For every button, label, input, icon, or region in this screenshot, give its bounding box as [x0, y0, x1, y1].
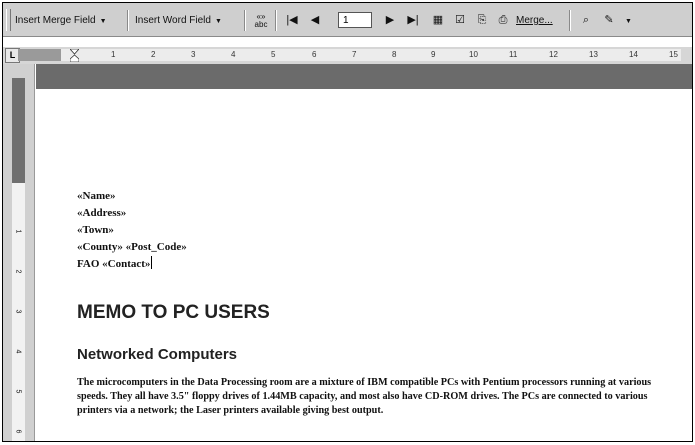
merge-field-contact-line[interactable]: FAO «Contact» — [77, 256, 187, 273]
merge-field-name[interactable]: «Name» — [77, 188, 187, 205]
ruler-tick: 13 — [589, 50, 598, 59]
body-paragraph[interactable]: The microcomputers in the Data Processin… — [77, 376, 677, 418]
merge-fields-block[interactable]: «Name» «Address» «Town» «County» «Post_C… — [77, 188, 187, 273]
ruler-tick: 15 — [669, 50, 678, 59]
mail-merge-toolbar: Insert Merge Field ▼ Insert Word Field ▼ «… — [3, 3, 692, 37]
vertical-ruler[interactable]: 1 2 3 4 5 6 — [3, 64, 35, 441]
vertical-ruler-tick: 6 — [14, 429, 22, 434]
insert-merge-field-button[interactable]: Insert Merge Field ▼ — [15, 11, 107, 30]
toolbar-grip[interactable] — [6, 9, 11, 31]
page-top-margin-area — [36, 64, 692, 89]
mail-merge-helper-icon[interactable]: ▦ — [429, 11, 447, 29]
insert-word-field-button[interactable]: Insert Word Field ▼ — [135, 11, 222, 30]
ruler-tick: 3 — [191, 50, 196, 59]
vertical-ruler-tick: 2 — [14, 269, 22, 274]
merge-field-town[interactable]: «Town» — [77, 222, 187, 239]
insert-word-field-label: Insert Word Field — [135, 15, 211, 26]
toolbar-separator — [275, 10, 277, 31]
previous-record-icon[interactable]: ◀ — [306, 11, 324, 29]
memo-title[interactable]: MEMO TO PC USERS — [77, 302, 270, 324]
indent-marker-icon[interactable] — [70, 49, 79, 62]
vertical-ruler-tick: 1 — [14, 229, 22, 234]
check-for-errors-icon[interactable]: ☑ — [451, 11, 469, 29]
find-record-icon[interactable]: ⌕ — [577, 11, 595, 29]
ruler-tick: 12 — [549, 50, 558, 59]
dropdown-arrow-icon: ▼ — [625, 18, 632, 25]
next-record-icon[interactable]: ▶ — [381, 11, 399, 29]
document-page[interactable]: «Name» «Address» «Town» «County» «Post_C… — [36, 89, 692, 441]
vertical-ruler-tick: 4 — [14, 349, 22, 354]
ruler-tick: 10 — [469, 50, 478, 59]
ruler-tick: 2 — [151, 50, 156, 59]
merge-to-new-document-icon[interactable]: ⎘ — [473, 11, 491, 29]
ruler-tick: 8 — [392, 50, 397, 59]
word-window: Insert Merge Field ▼ Insert Word Field ▼ «… — [2, 2, 693, 442]
last-record-icon[interactable]: ▶| — [404, 11, 422, 29]
merge-field-contact[interactable]: FAO «Contact» — [77, 258, 150, 270]
edit-data-source-icon[interactable]: ✎ — [600, 11, 618, 29]
insert-merge-field-label: Insert Merge Field — [15, 15, 96, 26]
left-margin-area — [18, 49, 61, 61]
merge-field-county-postcode[interactable]: «County» «Post_Code» — [77, 239, 187, 256]
ruler-tick: 4 — [231, 50, 236, 59]
dropdown-arrow-icon: ▼ — [214, 18, 222, 25]
vertical-ruler-tick: 3 — [14, 309, 22, 314]
toolbar-separator — [244, 10, 246, 31]
section-heading[interactable]: Networked Computers — [77, 346, 237, 363]
horizontal-ruler[interactable]: L 1 2 3 4 5 6 7 8 9 10 11 12 13 14 15 — [3, 47, 692, 64]
vertical-ruler-tick: 5 — [14, 389, 22, 394]
ruler-tick: 5 — [271, 50, 276, 59]
text-cursor — [151, 256, 153, 269]
merge-field-address[interactable]: «Address» — [77, 205, 187, 222]
toolbar-options-button[interactable]: ▼ — [621, 11, 632, 30]
merge-to-printer-icon[interactable]: ⎙ — [494, 11, 512, 29]
toolbar-separator — [127, 10, 129, 31]
toolbar-separator — [569, 10, 571, 31]
ruler-tick: 11 — [509, 50, 518, 59]
ruler-tick: 6 — [312, 50, 317, 59]
view-merged-data-icon[interactable]: «» abc — [252, 11, 270, 29]
dropdown-arrow-icon: ▼ — [99, 18, 107, 25]
first-record-icon[interactable]: |◀ — [283, 11, 301, 29]
go-to-record-input[interactable]: 1 — [338, 12, 372, 28]
ruler-tick: 1 — [111, 50, 116, 59]
ruler-tick: 14 — [629, 50, 638, 59]
ruler-tick: 9 — [431, 50, 436, 59]
merge-label: Merge... — [516, 15, 553, 26]
ruler-tick: 7 — [352, 50, 357, 59]
merge-button[interactable]: Merge... — [516, 11, 553, 30]
top-margin-area — [12, 78, 25, 183]
